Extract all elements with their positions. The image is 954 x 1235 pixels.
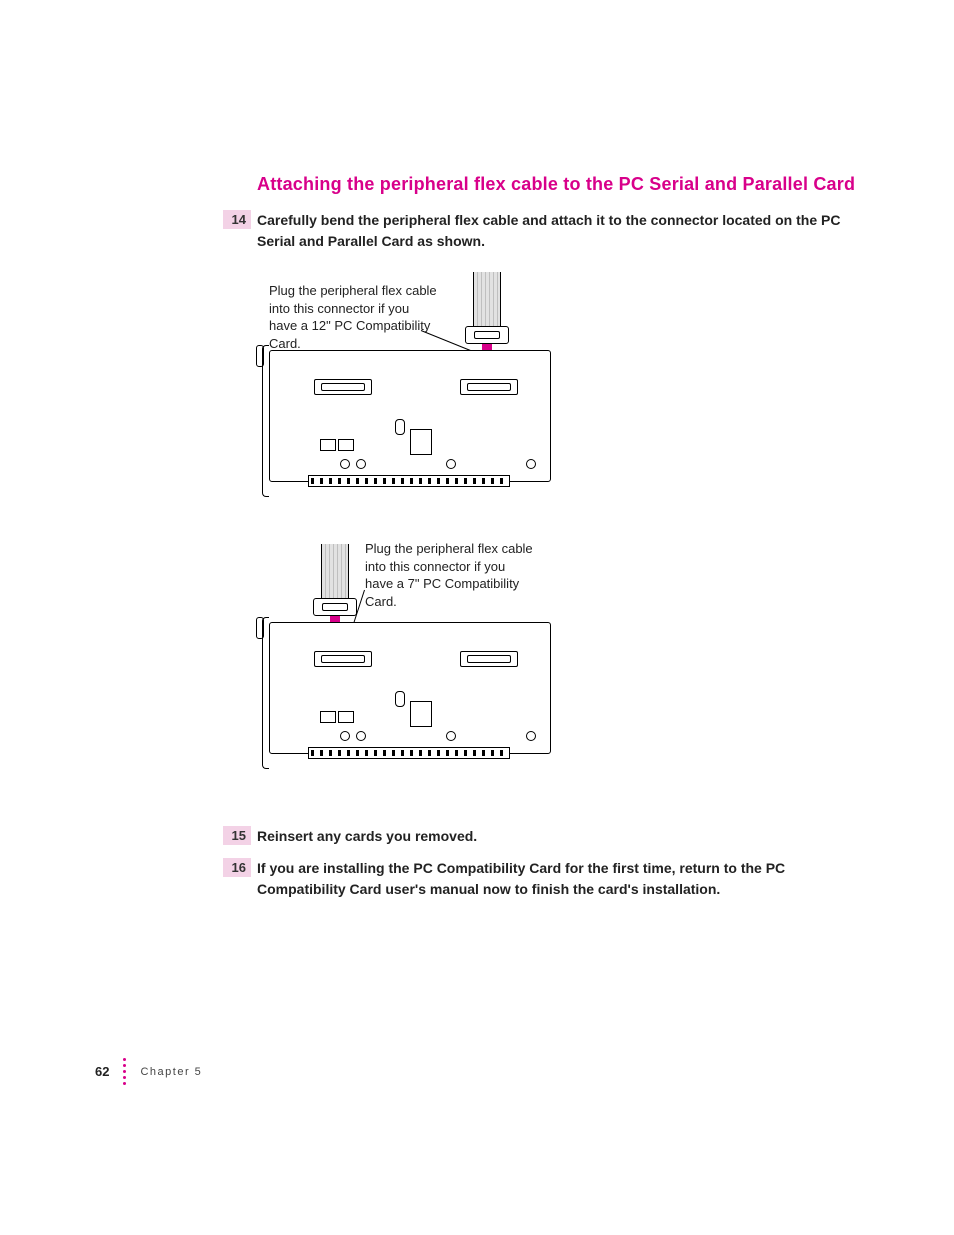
step-number-badge: 14 — [223, 210, 251, 229]
pci-bracket-icon — [256, 617, 272, 777]
step-text: If you are installing the PC Compatibili… — [257, 858, 817, 900]
chip-icon — [410, 429, 432, 455]
page-number: 62 — [95, 1064, 109, 1079]
edge-connector-icon — [308, 747, 510, 759]
capacitor-icon — [395, 419, 405, 435]
step-15: 15 Reinsert any cards you removed. — [257, 826, 857, 847]
mounting-hole-icon — [340, 459, 350, 469]
mounting-hole-icon — [340, 731, 350, 741]
chip-icon — [410, 701, 432, 727]
capacitor-icon — [395, 691, 405, 707]
mounting-hole-icon — [446, 459, 456, 469]
section-heading: Attaching the peripheral flex cable to t… — [257, 174, 894, 195]
step-14: 14 Carefully bend the peripheral flex ca… — [257, 210, 857, 252]
callout-12-inch-card: Plug the peripheral flex cable into this… — [269, 282, 439, 352]
flex-cable-icon — [467, 272, 507, 344]
mounting-hole-icon — [526, 459, 536, 469]
step-text: Carefully bend the peripheral flex cable… — [257, 210, 857, 252]
pci-bracket-icon — [256, 345, 272, 505]
mounting-hole-icon — [526, 731, 536, 741]
pc-card-12-inch-illustration — [269, 350, 551, 482]
pc-card-7-inch-illustration — [269, 622, 551, 754]
step-16: 16 If you are installing the PC Compatib… — [257, 858, 817, 900]
chapter-label: Chapter 5 — [140, 1066, 202, 1078]
connector-port-icon — [460, 651, 518, 667]
step-number-badge: 16 — [223, 858, 251, 877]
mounting-hole-icon — [356, 459, 366, 469]
connector-port-icon — [460, 379, 518, 395]
callout-7-inch-card: Plug the peripheral flex cable into this… — [365, 540, 535, 610]
connector-port-icon — [314, 379, 372, 395]
chip-icon — [338, 711, 354, 723]
connector-port-icon — [314, 651, 372, 667]
chip-icon — [320, 439, 336, 451]
page-footer: 62 Chapter 5 — [95, 1058, 202, 1085]
mounting-hole-icon — [446, 731, 456, 741]
footer-dots-icon — [123, 1058, 126, 1085]
mounting-hole-icon — [356, 731, 366, 741]
chip-icon — [338, 439, 354, 451]
manual-page: Attaching the peripheral flex cable to t… — [0, 0, 954, 1235]
flex-cable-icon — [315, 544, 355, 616]
step-number-badge: 15 — [223, 826, 251, 845]
chip-icon — [320, 711, 336, 723]
step-text: Reinsert any cards you removed. — [257, 826, 857, 847]
edge-connector-icon — [308, 475, 510, 487]
